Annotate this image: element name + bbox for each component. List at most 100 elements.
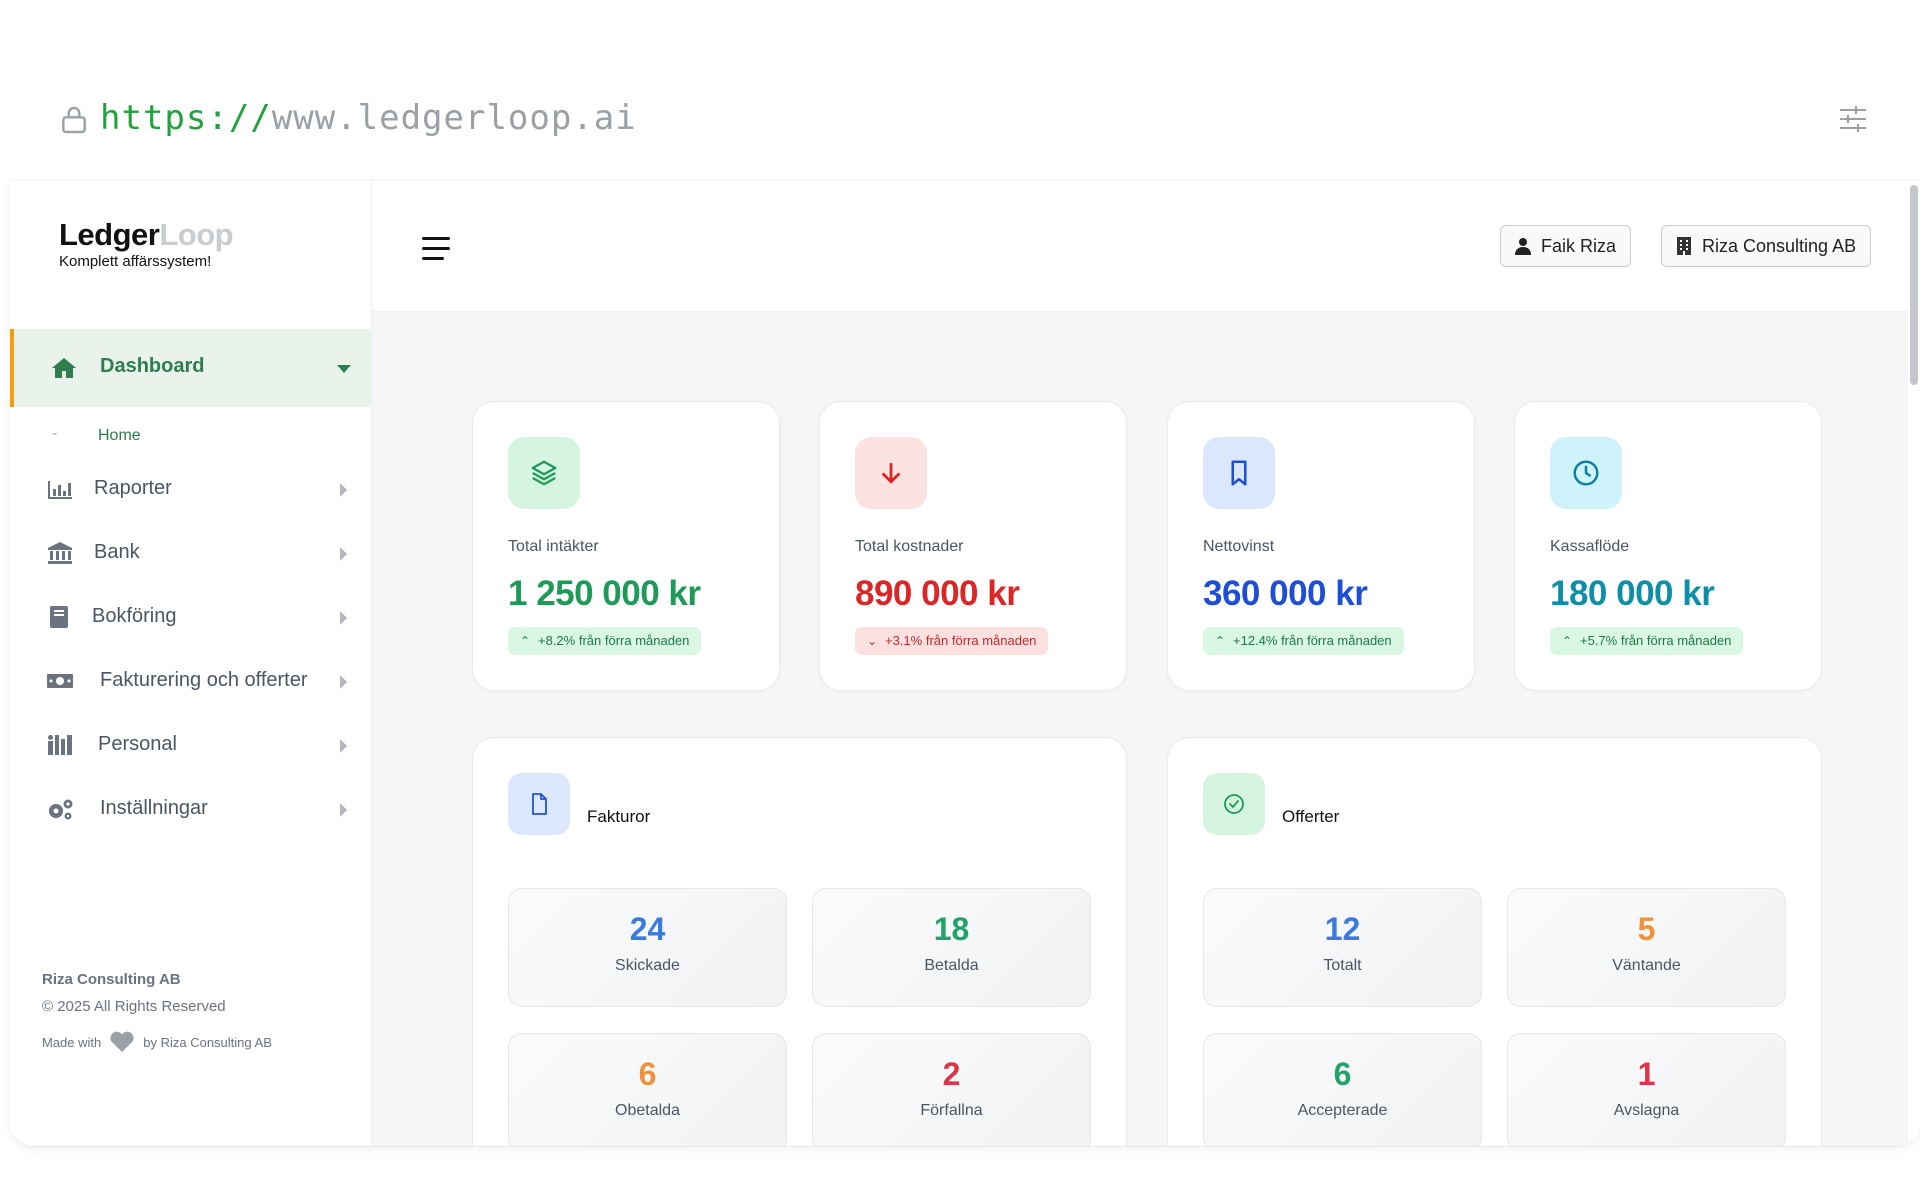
stat-label: Kassaflöde: [1550, 538, 1630, 555]
chevron-up-icon: ⌃: [1215, 634, 1226, 648]
tile-label: Accepterade: [1297, 1102, 1388, 1119]
tile-value: 6: [1333, 1056, 1352, 1092]
address-bar: https://www.ledgerloop.ai: [0, 0, 1920, 178]
stat-value: 180 000 kr: [1550, 574, 1715, 613]
sidebar-item-bokforing[interactable]: Bokföring: [10, 587, 372, 647]
stat-value: 1 250 000 kr: [508, 574, 701, 613]
stat-card-intakter: Total intäkter 1 250 000 kr ⌃ +8.2% från …: [472, 401, 780, 691]
sidebar-item-label: Bokföring: [92, 605, 177, 627]
sidebar-item-dashboard[interactable]: Dashboard: [10, 329, 372, 407]
icon-box: [508, 437, 580, 509]
app-window: LedgerLoop Komplett affärssystem! Dashbo…: [10, 180, 1920, 1147]
brand-logo[interactable]: LedgerLoop Komplett affärssystem!: [59, 217, 234, 270]
tile-label: Betalda: [924, 957, 979, 974]
sidebar-item-label: Personal: [98, 733, 177, 755]
scrollbar[interactable]: [1908, 181, 1920, 1146]
icon-box: [855, 437, 927, 509]
sidebar-item-bank[interactable]: Bank: [10, 523, 372, 583]
stat-label: Nettovinst: [1203, 538, 1275, 555]
panel-title: Offerter: [1282, 807, 1340, 826]
offer-tile-accepterade[interactable]: 6 Accepterade: [1203, 1033, 1482, 1146]
user-button[interactable]: Faik Riza: [1500, 225, 1632, 267]
book-icon: [50, 606, 68, 628]
offer-tile-totalt[interactable]: 12 Totalt: [1203, 888, 1482, 1007]
stat-change-badge: ⌄ +3.1% från förra månaden: [855, 627, 1049, 655]
offer-tile-avslagna[interactable]: 1 Avslagna: [1507, 1033, 1786, 1146]
tile-label: Avslagna: [1613, 1102, 1680, 1119]
home-icon: [52, 358, 76, 378]
scrollbar-thumb[interactable]: [1910, 185, 1918, 385]
arrow-down-icon: [882, 462, 900, 484]
sidebar-item-raporter[interactable]: Raporter: [10, 459, 372, 519]
sidebar: LedgerLoop Komplett affärssystem! Dashbo…: [10, 181, 372, 1146]
document-icon: [532, 793, 547, 815]
chevron-up-icon: ⌃: [520, 634, 531, 648]
invoice-tile-betalda[interactable]: 18 Betalda: [812, 888, 1091, 1007]
footer-copyright: © 2025 All Rights Reserved: [42, 998, 226, 1015]
icon-box: [1203, 437, 1275, 509]
tile-value: 24: [629, 911, 666, 947]
chevron-right-icon: [340, 547, 347, 561]
tile-value: 6: [638, 1056, 657, 1092]
lock-icon: [62, 106, 86, 134]
made-with-text: Made with: [42, 1034, 102, 1050]
tile-label: Skickade: [615, 957, 680, 974]
sidebar-item-label: Dashboard: [100, 355, 205, 377]
chevron-right-icon: [340, 611, 347, 625]
sidebar-item-installningar[interactable]: Inställningar: [10, 779, 372, 839]
chevron-right-icon: [340, 483, 347, 497]
url-text[interactable]: https://www.ledgerloop.ai: [100, 98, 637, 138]
company-button[interactable]: Riza Consulting AB: [1661, 225, 1872, 267]
sliders-icon[interactable]: [1838, 104, 1868, 134]
stat-card-kassaflode: Kassaflöde 180 000 kr ⌃ +5.7% från förra …: [1514, 401, 1822, 691]
subitem-dash: -: [52, 425, 58, 442]
url-protocol: https://: [100, 98, 272, 138]
sidebar-item-label: Raporter: [94, 477, 172, 499]
tile-value: 1: [1637, 1056, 1656, 1092]
invoice-tile-obetalda[interactable]: 6 Obetalda: [508, 1033, 787, 1146]
bar-chart-icon: [48, 481, 72, 499]
clock-icon: [1573, 460, 1599, 486]
stat-label: Total intäkter: [508, 538, 599, 555]
stat-card-nettovinst: Nettovinst 360 000 kr ⌃ +12.4% från förra…: [1167, 401, 1475, 691]
offer-tile-vantande[interactable]: 5 Väntande: [1507, 888, 1786, 1007]
top-bar: Faik Riza Riza Consulting AB: [372, 181, 1920, 312]
layers-icon: [531, 460, 557, 486]
building-icon: [1677, 237, 1691, 255]
tile-label: Förfallna: [920, 1102, 983, 1119]
bank-icon: [48, 542, 72, 564]
gears-icon: [49, 799, 73, 820]
invoice-tile-skickade[interactable]: 24 Skickade: [508, 888, 787, 1007]
personnel-icon: [48, 735, 72, 755]
footer-made-with: Made with by Riza Consulting AB: [42, 1031, 272, 1053]
user-icon: [1515, 238, 1531, 255]
invoices-panel: Fakturor 24 Skickade 18 Betalda 6 Obetal…: [472, 737, 1127, 1146]
chevron-right-icon: [340, 803, 347, 817]
sidebar-item-personal[interactable]: Personal: [10, 715, 372, 775]
tile-value: 2: [942, 1056, 961, 1092]
tile-label: Obetalda: [615, 1102, 680, 1119]
chevron-up-icon: ⌃: [1562, 634, 1573, 648]
hamburger-menu-icon[interactable]: [422, 237, 452, 261]
sidebar-item-label: Bank: [94, 541, 140, 563]
sidebar-footer: Riza Consulting AB © 2025 All Rights Res…: [42, 971, 272, 1053]
sidebar-subitem-label: Home: [98, 427, 141, 444]
icon-box: [508, 773, 570, 835]
stat-change-badge: ⌃ +12.4% från förra månaden: [1203, 627, 1404, 655]
stat-value: 360 000 kr: [1203, 574, 1368, 613]
made-by-text: by Riza Consulting AB: [143, 1034, 272, 1050]
url-host: www.ledgerloop.ai: [271, 98, 637, 138]
tile-label: Väntande: [1612, 957, 1681, 974]
invoice-tile-forfallna[interactable]: 2 Förfallna: [812, 1033, 1091, 1146]
sidebar-item-fakturering[interactable]: Fakturering och offerter: [10, 651, 372, 711]
money-bill-icon: [47, 674, 73, 688]
tile-label: Totalt: [1323, 957, 1362, 974]
brand-name: LedgerLoop: [59, 217, 234, 252]
chevron-down-icon: ⌄: [867, 634, 878, 648]
check-circle-icon: [1224, 794, 1244, 814]
stat-value: 890 000 kr: [855, 574, 1020, 613]
company-name: Riza Consulting AB: [1702, 235, 1857, 256]
icon-box: [1550, 437, 1622, 509]
tile-value: 18: [933, 911, 970, 947]
sidebar-subitem-home[interactable]: - Home: [10, 417, 372, 457]
